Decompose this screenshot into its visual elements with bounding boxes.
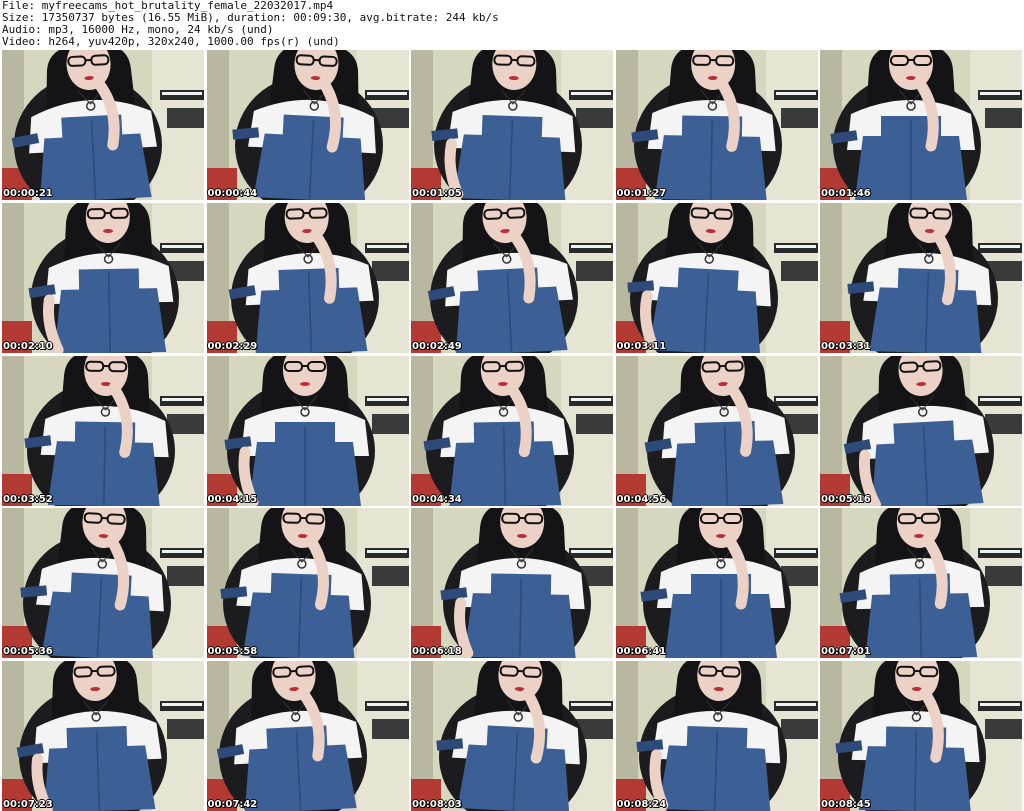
video-frame — [206, 355, 409, 506]
thumbnail-timestamp: 00:01:46 — [821, 188, 871, 199]
video-frame — [2, 202, 204, 353]
thumbnail-grid: 00:00:21 00:00:44 00:01:05 00:01:27 00:01:46… — [2, 50, 1022, 811]
video-frame — [411, 355, 613, 506]
thumbnail-timestamp: 00:08:24 — [616, 799, 667, 811]
video-thumbnail[interactable]: 00:04:15 — [206, 355, 409, 506]
video-thumbnail[interactable]: 00:02:29 — [206, 202, 409, 353]
video-thumbnail[interactable]: 00:00:21 — [2, 50, 204, 200]
video-frame — [206, 202, 409, 353]
video-frame — [615, 661, 818, 811]
video-thumbnail[interactable]: 00:07:23 — [2, 661, 204, 811]
thumbnail-timestamp: 00:01:27 — [616, 188, 667, 199]
video-frame — [820, 50, 1022, 200]
video-frame — [615, 508, 818, 659]
video-thumbnail[interactable]: 00:08:03 — [411, 661, 613, 811]
video-frame — [820, 508, 1022, 659]
video-thumbnail[interactable]: 00:07:01 — [820, 508, 1022, 659]
video-frame — [2, 50, 204, 200]
thumbnail-timestamp: 00:02:29 — [207, 340, 258, 352]
video-frame — [820, 355, 1022, 506]
thumbnail-timestamp: 00:04:34 — [412, 493, 462, 505]
video-thumbnail[interactable]: 00:04:56 — [615, 355, 818, 506]
video-thumbnail[interactable]: 00:05:58 — [206, 508, 409, 659]
video-thumbnail[interactable]: 00:05:16 — [820, 355, 1022, 506]
video-thumbnail[interactable]: 00:06:18 — [411, 508, 613, 659]
video-thumbnail[interactable]: 00:02:49 — [411, 202, 613, 353]
info-header: File: myfreecams_hot_brutality_female_22… — [2, 0, 1022, 48]
video-info-line: Video: h264, yuv420p, 320x240, 1000.00 f… — [2, 35, 340, 48]
video-frame — [206, 50, 409, 200]
thumbnail-timestamp: 00:03:52 — [3, 493, 53, 505]
thumbnail-timestamp: 00:04:56 — [616, 493, 667, 505]
video-frame — [2, 661, 204, 811]
thumbnail-timestamp: 00:08:45 — [821, 799, 871, 811]
thumbnail-timestamp: 00:04:15 — [207, 493, 258, 505]
thumbnail-timestamp: 00:08:03 — [412, 799, 462, 811]
thumbnail-timestamp: 00:03:31 — [821, 340, 871, 352]
thumbnail-timestamp: 00:06:18 — [412, 646, 462, 658]
video-frame — [2, 355, 204, 506]
video-thumbnail[interactable]: 00:01:27 — [615, 50, 818, 200]
video-thumbnail[interactable]: 00:02:10 — [2, 202, 204, 353]
thumbnail-timestamp: 00:00:44 — [207, 188, 258, 199]
video-thumbnail[interactable]: 00:04:34 — [411, 355, 613, 506]
thumbnail-timestamp: 00:07:23 — [3, 799, 53, 811]
video-frame — [615, 50, 818, 200]
video-frame — [615, 202, 818, 353]
video-frame — [206, 661, 409, 811]
video-thumbnail[interactable]: 00:03:11 — [615, 202, 818, 353]
video-frame — [2, 508, 204, 659]
video-thumbnail[interactable]: 00:07:42 — [206, 661, 409, 811]
video-thumbnail[interactable]: 00:03:31 — [820, 202, 1022, 353]
video-frame — [411, 202, 613, 353]
video-frame — [411, 508, 613, 659]
thumbnail-timestamp: 00:02:10 — [3, 340, 53, 352]
video-thumbnail[interactable]: 00:00:44 — [206, 50, 409, 200]
video-frame — [411, 661, 613, 811]
video-thumbnail[interactable]: 00:01:05 — [411, 50, 613, 200]
thumbnail-timestamp: 00:07:01 — [821, 646, 871, 658]
video-thumbnail[interactable]: 00:05:36 — [2, 508, 204, 659]
video-frame — [820, 661, 1022, 811]
video-thumbnail[interactable]: 00:01:46 — [820, 50, 1022, 200]
video-frame — [411, 50, 613, 200]
thumbnail-timestamp: 00:00:21 — [3, 188, 53, 199]
thumbnail-timestamp: 00:01:05 — [412, 188, 462, 199]
thumbnail-timestamp: 00:02:49 — [412, 340, 462, 352]
video-thumbnail[interactable]: 00:06:41 — [615, 508, 818, 659]
thumbnail-timestamp: 00:03:11 — [616, 340, 667, 352]
thumbnail-timestamp: 00:05:36 — [3, 646, 53, 658]
thumbnail-timestamp: 00:07:42 — [207, 799, 258, 811]
thumbnail-timestamp: 00:05:58 — [207, 646, 258, 658]
video-thumbnail[interactable]: 00:08:45 — [820, 661, 1022, 811]
video-thumbnail[interactable]: 00:08:24 — [615, 661, 818, 811]
thumbnail-timestamp: 00:05:16 — [821, 493, 871, 505]
video-frame — [615, 355, 818, 506]
video-frame — [206, 508, 409, 659]
thumbnail-timestamp: 00:06:41 — [616, 646, 667, 658]
video-thumbnail[interactable]: 00:03:52 — [2, 355, 204, 506]
video-frame — [820, 202, 1022, 353]
